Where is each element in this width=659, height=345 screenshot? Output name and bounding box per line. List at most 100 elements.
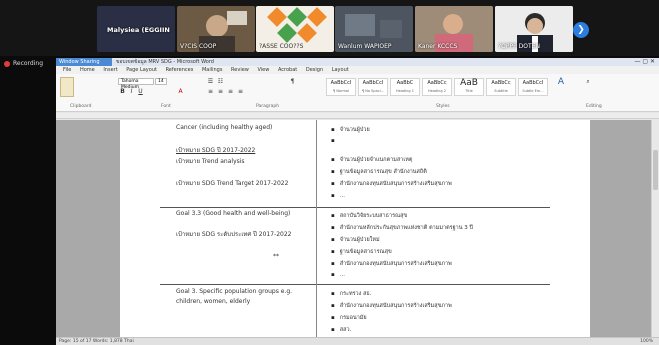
- participant-name: Wanlum WAPIOEP: [338, 43, 392, 50]
- cell-text: เป้าหมาย SDG Trend Target 2017-2022: [176, 180, 289, 187]
- tab-view[interactable]: View: [257, 66, 269, 74]
- font-size-select[interactable]: 14: [155, 78, 167, 85]
- next-page-button[interactable]: ❯: [573, 22, 589, 38]
- change-styles-button[interactable]: A: [554, 78, 568, 87]
- ruler[interactable]: [56, 113, 659, 119]
- scrollbar-thumb[interactable]: [653, 150, 658, 190]
- cell-text: เป้าหมาย Trend analysis: [176, 158, 245, 165]
- bullets-button[interactable]: ☰: [206, 78, 215, 86]
- font-name-select[interactable]: Tahoma Medium: [118, 78, 154, 90]
- list-item: กรมอนามัย: [331, 314, 367, 322]
- window-controls[interactable]: — ▢ ✕: [634, 58, 655, 66]
- window-title: ขอบเขตข้อมูล MRV SDG - Microsoft Word: [116, 59, 214, 65]
- participant-name: Malysiea (EGGIIN: [107, 26, 170, 34]
- find-icon[interactable]: ⌕: [581, 78, 595, 86]
- screen: Malysiea (EGGIIN V?CIS COOP ?ASSE COO??S…: [0, 0, 659, 345]
- align-center-button[interactable]: ≡: [216, 88, 225, 96]
- tab-insert[interactable]: Insert: [103, 66, 117, 74]
- cell-text: เป้าหมาย SDG ปี 2017-2022: [176, 147, 256, 154]
- chevron-right-icon: ❯: [577, 25, 585, 35]
- table-row-divider: [160, 207, 550, 208]
- tab-layout[interactable]: Layout: [332, 66, 349, 74]
- participant-tile[interactable]: V?CIS COOP: [177, 6, 255, 52]
- bold-button[interactable]: B: [118, 88, 127, 96]
- group-label-paragraph: Paragraph: [256, 104, 280, 109]
- list-item: ...: [331, 272, 345, 278]
- title-bar: ขอบเขตข้อมูล MRV SDG - Microsoft Word: [56, 58, 659, 66]
- video-strip: Malysiea (EGGIIN V?CIS COOP ?ASSE COO??S…: [0, 0, 659, 56]
- ribbon: Tahoma Medium 14 B I U A ≡ ≡ ≡ ≡ ☰ ☷ ¶ A…: [56, 74, 659, 112]
- list-item: ...: [331, 193, 345, 199]
- participant-tile[interactable]: ?ASSE COO??S: [256, 6, 334, 52]
- list-item: สถาบันวิจัยระบบสาธารณสุข: [331, 212, 408, 220]
- document-page[interactable]: Cancer (including healthy aged) เป้าหมาย…: [120, 120, 590, 337]
- participant-name: V?CIS COOP: [180, 43, 217, 50]
- participant-tile[interactable]: ?OPPP DOTEN: [495, 6, 573, 52]
- list-item: สำนักงานกองทุนสนับสนุนการสร้างเสริมสุขภา…: [331, 302, 452, 310]
- tab-home[interactable]: Home: [80, 66, 95, 74]
- list-item: สสว.: [331, 326, 352, 334]
- style-subtitle[interactable]: AaBbCc Subtitle: [486, 78, 516, 96]
- status-bar: Page: 15 of 17 Words: 1,878 Thai 100%: [56, 337, 659, 345]
- group-label-clipboard: Clipboard: [70, 104, 92, 109]
- style-title[interactable]: AaB Title: [454, 78, 484, 96]
- list-item: สำนักงานกองทุนสนับสนุนการสร้างเสริมสุขภา…: [331, 260, 452, 268]
- tab-review[interactable]: Review: [231, 66, 249, 74]
- align-right-button[interactable]: ≡: [226, 88, 235, 96]
- paste-button[interactable]: [60, 77, 74, 97]
- justify-button[interactable]: ≡: [236, 88, 245, 96]
- tab-design[interactable]: Design: [306, 66, 323, 74]
- list-item: ฐานข้อมูลสาธารณสุข สำนักงานสถิติ: [331, 168, 427, 176]
- tab-mailings[interactable]: Mailings: [202, 66, 223, 74]
- cell-text: Goal 3. Specific population groups e.g.: [176, 288, 293, 295]
- cell-text: **: [273, 253, 279, 260]
- styles-gallery: AaBbCcI ¶ Normal AaBbCcI ¶ No Spaci... AaB…: [326, 78, 548, 96]
- list-item: [331, 138, 340, 144]
- style-subtle-emphasis[interactable]: AaBbCcI Subtle Em...: [518, 78, 548, 96]
- status-text: Page: 15 of 17 Words: 1,878 Thai: [59, 339, 134, 344]
- style-heading-2[interactable]: AaBbCc Heading 2: [422, 78, 452, 96]
- list-item: ฐานข้อมูลสาธารณสุข: [331, 248, 392, 256]
- table-row-divider: [160, 284, 550, 285]
- tab-page-layout[interactable]: Page Layout: [126, 66, 157, 74]
- tab-references[interactable]: References: [166, 66, 194, 74]
- cell-text: เป้าหมาย SDG ระดับประเทศ ปี 2017-2022: [176, 231, 292, 238]
- group-label-styles: Styles: [436, 104, 450, 109]
- recording-indicator: Recording: [4, 60, 43, 67]
- share-tag[interactable]: Window Sharing: [56, 58, 112, 66]
- group-label-editing: Editing: [586, 104, 602, 109]
- participant-tile[interactable]: Malysiea (EGGIIN: [97, 6, 175, 52]
- vertical-scrollbar[interactable]: [651, 120, 659, 337]
- tab-acrobat[interactable]: Acrobat: [278, 66, 297, 74]
- style-heading-1[interactable]: AaBbC Heading 1: [390, 78, 420, 96]
- style-no-spacing[interactable]: AaBbCcI ¶ No Spaci...: [358, 78, 388, 96]
- recording-label: Recording: [13, 60, 44, 67]
- table-column-divider: [316, 120, 317, 337]
- cell-text: Cancer (including healthy aged): [176, 124, 273, 131]
- participant-tile[interactable]: Kaner KCCCS: [415, 6, 493, 52]
- list-item: จำนวนผู้ป่วยใหม่: [331, 236, 380, 244]
- font-color-button[interactable]: A: [176, 88, 185, 96]
- show-formatting-button[interactable]: ¶: [288, 78, 297, 86]
- cell-text: Goal 3.3 (Good health and well-being): [176, 210, 291, 217]
- list-item: จำนวนผู้ป่วยจำแนกตามสาเหตุ: [331, 156, 413, 164]
- list-item: สำนักงานหลักประกันสุขภาพแห่งชาติ ตามมาตร…: [331, 224, 473, 232]
- participant-tile[interactable]: Wanlum WAPIOEP: [335, 6, 413, 52]
- participant-name: ?OPPP DOTEN: [498, 43, 540, 50]
- list-item: กระทรวง สธ.: [331, 290, 372, 298]
- zoom-level[interactable]: 100%: [640, 338, 653, 345]
- group-label-font: Font: [161, 104, 171, 109]
- cell-text: children, women, elderly: [176, 298, 251, 305]
- italic-button[interactable]: I: [127, 88, 136, 96]
- word-window: ขอบเขตข้อมูล MRV SDG - Microsoft Word Wi…: [56, 58, 659, 345]
- list-item: สำนักงานกองทุนสนับสนุนการสร้างเสริมสุขภา…: [331, 180, 452, 188]
- style-normal[interactable]: AaBbCcI ¶ Normal: [326, 78, 356, 96]
- record-dot-icon: [4, 60, 10, 67]
- tab-file[interactable]: File: [63, 66, 71, 74]
- align-left-button[interactable]: ≡: [206, 88, 215, 96]
- ribbon-tabs: File Home Insert Page Layout References …: [56, 66, 659, 74]
- list-item: จำนวนผู้ป่วย: [331, 126, 370, 134]
- participant-name: Kaner KCCCS: [418, 43, 458, 50]
- numbering-button[interactable]: ☷: [216, 78, 225, 86]
- underline-button[interactable]: U: [136, 88, 145, 96]
